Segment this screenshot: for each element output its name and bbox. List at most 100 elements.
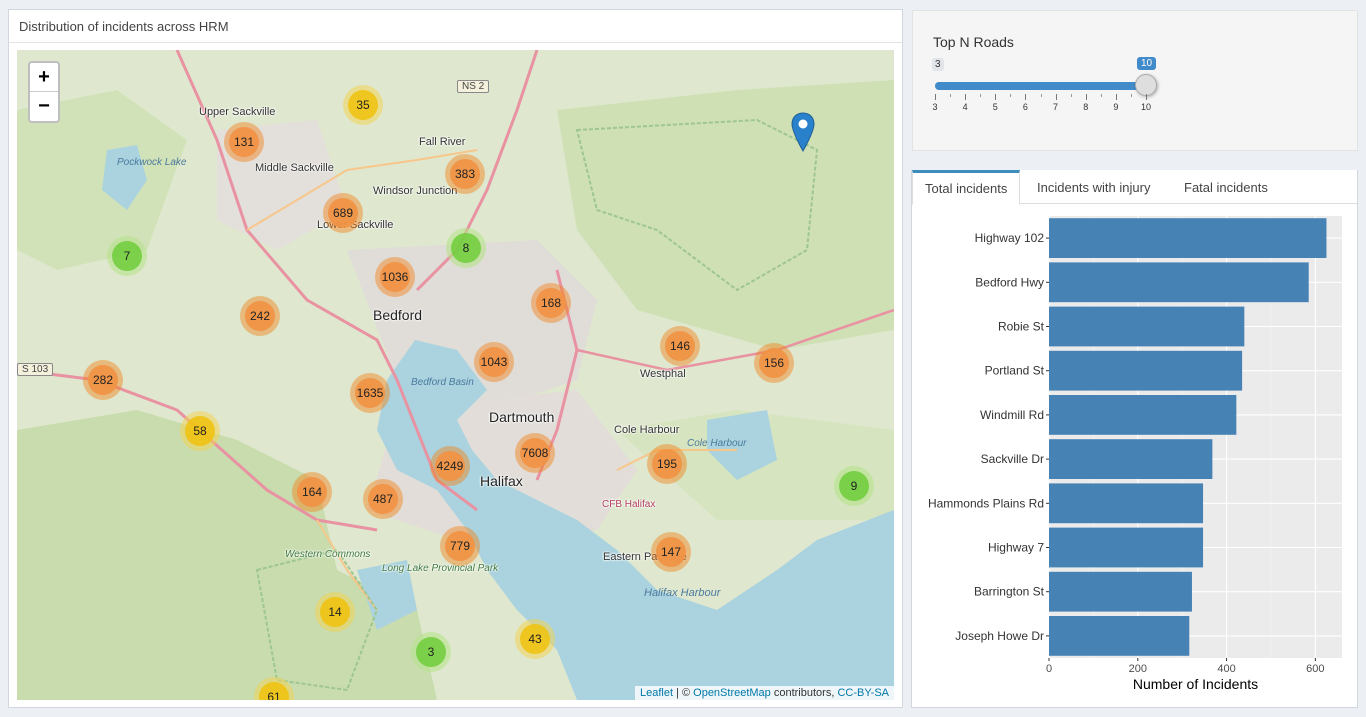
cluster-count: 4249 [435,451,465,481]
slider-tick [1130,94,1132,97]
slider-handle[interactable] [1135,74,1157,96]
bar [1049,571,1192,612]
cluster-count: 9 [839,471,869,501]
marker-cluster[interactable]: 164 [292,472,332,512]
y-tick-label: Joseph Howe Dr [955,629,1044,643]
cluster-count: 689 [328,198,358,228]
slider-tick [1115,94,1117,100]
marker-cluster[interactable]: 9 [834,466,874,506]
slider-tick [1025,94,1027,100]
slider-tick-label: 4 [962,102,968,112]
marker-cluster[interactable]: 1043 [474,342,514,382]
marker-cluster[interactable]: 487 [363,479,403,519]
marker-cluster[interactable]: 779 [440,526,480,566]
leaflet-link[interactable]: Leaflet [640,687,673,699]
place-label: Bedford [373,307,423,323]
y-tick-label: Highway 7 [988,541,1044,555]
y-tick-label: Barrington St [974,585,1045,599]
marker-cluster[interactable]: 35 [343,85,383,125]
place-label: Upper Sackville [199,106,276,118]
cluster-count: 195 [652,449,682,479]
cluster-count: 1043 [479,347,509,377]
slider-tick-label: 5 [992,102,998,112]
place-label: CFB Halifax [602,499,656,510]
place-label: Middle Sackville [255,162,334,174]
zoom-in-button[interactable]: + [30,63,58,92]
place-label: Halifax [480,473,523,489]
bar [1049,483,1204,524]
cluster-count: 487 [368,484,398,514]
water-label: Cole Harbour [687,438,747,449]
cluster-count: 131 [229,127,259,157]
marker-cluster[interactable]: 147 [651,532,691,572]
marker-cluster[interactable]: 689 [323,193,363,233]
water-label: Pockwock Lake [117,157,187,168]
slider-label: Top N Roads [933,34,1014,50]
slider-tick-label: 10 [1140,102,1152,112]
marker-cluster[interactable]: 7608 [515,433,555,473]
y-tick-label: Windmill Rd [980,408,1044,422]
bar [1049,395,1237,435]
map-attribution: Leaflet | © OpenStreetMap contributors, … [634,686,894,700]
tabs-panel: Total incidents Incidents with injury Fa… [911,170,1358,708]
slider-tick-label: 8 [1083,102,1089,112]
place-label: Dartmouth [489,409,555,425]
marker-cluster[interactable]: 3 [411,632,451,672]
cluster-count: 383 [450,159,480,189]
bar [1049,262,1309,303]
cluster-count: 7 [112,241,142,271]
y-tick-label: Highway 102 [975,231,1045,245]
slider-panel: Top N Roads 3 10 3 4 5 6 7 8 9 10 [912,10,1358,151]
cluster-count: 164 [297,477,327,507]
cluster-count: 43 [520,624,550,654]
osm-link[interactable]: OpenStreetMap [693,687,771,699]
marker-cluster[interactable]: 4249 [430,446,470,486]
slider-tick [1040,94,1042,97]
x-axis-title: Number of Incidents [1133,676,1258,692]
slider-tick-label: 6 [1022,102,1028,112]
cluster-count: 168 [536,288,566,318]
marker-cluster[interactable]: 195 [647,444,687,484]
marker-cluster[interactable]: 8 [446,228,486,268]
water-label: Halifax Harbour [644,587,721,599]
map-pin-icon[interactable] [791,112,815,152]
tab-total-incidents[interactable]: Total incidents [912,170,1021,205]
x-tick-label: 600 [1306,663,1324,675]
x-tick-label: 400 [1217,663,1235,675]
marker-cluster[interactable]: 58 [180,411,220,451]
slider-tick [1085,94,1087,100]
zoom-out-button[interactable]: − [30,92,58,121]
bar [1049,350,1243,391]
tab-fatal-incidents[interactable]: Fatal incidents [1172,173,1280,204]
y-tick-label: Bedford Hwy [975,275,1044,289]
marker-cluster[interactable]: 1635 [350,373,390,413]
slider-value-label: 10 [1137,57,1157,70]
marker-cluster[interactable]: 282 [83,360,123,400]
cluster-count: 61 [259,682,289,700]
slider-tick [935,94,936,100]
marker-cluster[interactable]: 14 [315,592,355,632]
bar [1049,306,1245,347]
bar-chart: 0 200 400 600 Highway 102 Bedford Hwy Robie St… [928,216,1342,692]
leaflet-map[interactable]: + − Upper Sackville Middle Sackville Fal… [17,50,894,700]
marker-cluster[interactable]: 7 [107,236,147,276]
marker-cluster[interactable]: 242 [240,296,280,336]
marker-cluster[interactable]: 168 [531,283,571,323]
zoom-control: + − [28,61,60,123]
water-label: Bedford Basin [411,377,474,388]
slider-tick [965,94,967,100]
tab-bar: Total incidents Incidents with injury Fa… [912,170,1357,205]
marker-cluster[interactable]: 383 [445,154,485,194]
marker-cluster[interactable]: 146 [660,326,700,366]
y-tick-label: Sackville Dr [981,452,1044,466]
license-link[interactable]: CC-BY-SA [837,687,889,699]
marker-cluster[interactable]: 131 [224,122,264,162]
y-tick-label: Portland St [985,364,1045,378]
slider-tick [995,94,997,100]
marker-cluster[interactable]: 1036 [375,257,415,297]
marker-cluster[interactable]: 156 [754,343,794,383]
tab-incidents-with-injury[interactable]: Incidents with injury [1025,173,1162,204]
marker-cluster[interactable]: 43 [515,619,555,659]
bar [1049,527,1204,568]
slider-tick [980,94,982,97]
